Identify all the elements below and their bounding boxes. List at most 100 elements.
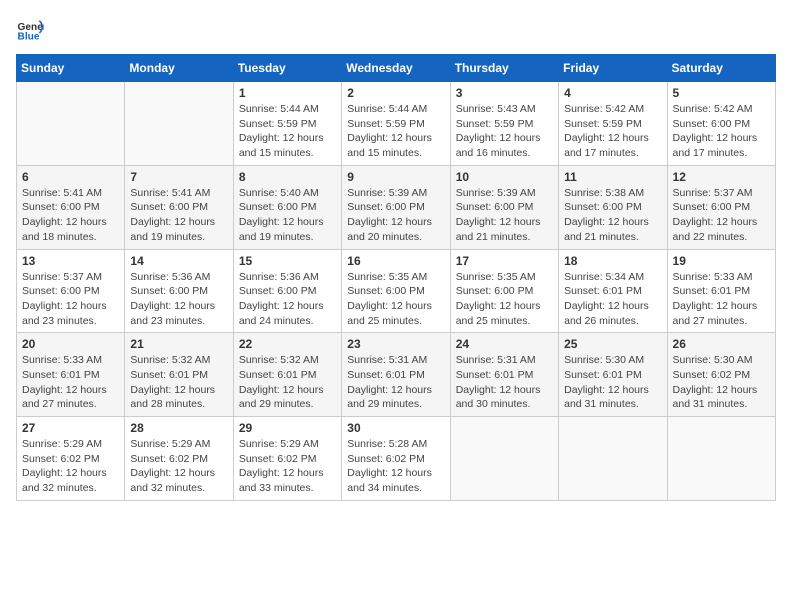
- day-number: 23: [347, 337, 444, 351]
- day-cell: 20 Sunrise: 5:33 AMSunset: 6:01 PMDayligh…: [17, 333, 125, 417]
- week-row-1: 1 Sunrise: 5:44 AMSunset: 5:59 PMDaylight…: [17, 82, 776, 166]
- day-info: Sunrise: 5:29 AMSunset: 6:02 PMDaylight:…: [130, 437, 227, 496]
- day-info: Sunrise: 5:37 AMSunset: 6:00 PMDaylight:…: [673, 186, 770, 245]
- day-cell: 18Sunrise: 5:34 AMSunset: 6:01 PMDayligh…: [559, 249, 667, 333]
- day-number: 6: [22, 170, 119, 184]
- week-row-5: 27 Sunrise: 5:29 AMSunset: 6:02 PMDayligh…: [17, 417, 776, 501]
- day-cell: 2 Sunrise: 5:44 AMSunset: 5:59 PMDaylight…: [342, 82, 450, 166]
- day-cell: 23 Sunrise: 5:31 AMSunset: 6:01 PMDayligh…: [342, 333, 450, 417]
- day-number: 25: [564, 337, 661, 351]
- day-number: 4: [564, 86, 661, 100]
- day-info: Sunrise: 5:36 AMSunset: 6:00 PMDaylight:…: [130, 270, 227, 329]
- day-cell: 22Sunrise: 5:32 AMSunset: 6:01 PMDayligh…: [233, 333, 341, 417]
- day-number: 30: [347, 421, 444, 435]
- day-info: Sunrise: 5:32 AMSunset: 6:01 PMDaylight:…: [130, 353, 227, 412]
- day-number: 2: [347, 86, 444, 100]
- day-number: 17: [456, 254, 553, 268]
- header-row: SundayMondayTuesdayWednesdayThursdayFrid…: [17, 55, 776, 82]
- day-cell: 4 Sunrise: 5:42 AMSunset: 5:59 PMDaylight…: [559, 82, 667, 166]
- day-number: 24: [456, 337, 553, 351]
- day-cell: 25 Sunrise: 5:30 AMSunset: 6:01 PMDayligh…: [559, 333, 667, 417]
- day-cell: 24 Sunrise: 5:31 AMSunset: 6:01 PMDayligh…: [450, 333, 558, 417]
- day-number: 16: [347, 254, 444, 268]
- column-header-saturday: Saturday: [667, 55, 775, 82]
- day-number: 29: [239, 421, 336, 435]
- day-number: 21: [130, 337, 227, 351]
- day-info: Sunrise: 5:44 AMSunset: 5:59 PMDaylight:…: [239, 102, 336, 161]
- day-cell: 8Sunrise: 5:40 AMSunset: 6:00 PMDaylight…: [233, 165, 341, 249]
- day-number: 9: [347, 170, 444, 184]
- day-info: Sunrise: 5:31 AMSunset: 6:01 PMDaylight:…: [456, 353, 553, 412]
- week-row-2: 6 Sunrise: 5:41 AMSunset: 6:00 PMDaylight…: [17, 165, 776, 249]
- column-header-friday: Friday: [559, 55, 667, 82]
- calendar-table: SundayMondayTuesdayWednesdayThursdayFrid…: [16, 54, 776, 501]
- day-info: Sunrise: 5:42 AMSunset: 5:59 PMDaylight:…: [564, 102, 661, 161]
- day-number: 19: [673, 254, 770, 268]
- day-cell: 19 Sunrise: 5:33 AMSunset: 6:01 PMDayligh…: [667, 249, 775, 333]
- day-cell: 14 Sunrise: 5:36 AMSunset: 6:00 PMDayligh…: [125, 249, 233, 333]
- day-cell: 21 Sunrise: 5:32 AMSunset: 6:01 PMDayligh…: [125, 333, 233, 417]
- day-cell: 6 Sunrise: 5:41 AMSunset: 6:00 PMDaylight…: [17, 165, 125, 249]
- day-number: 20: [22, 337, 119, 351]
- day-info: Sunrise: 5:44 AMSunset: 5:59 PMDaylight:…: [347, 102, 444, 161]
- logo-icon: General Blue: [16, 16, 44, 44]
- day-info: Sunrise: 5:36 AMSunset: 6:00 PMDaylight:…: [239, 270, 336, 329]
- day-info: Sunrise: 5:39 AMSunset: 6:00 PMDaylight:…: [456, 186, 553, 245]
- column-header-sunday: Sunday: [17, 55, 125, 82]
- day-cell: 15 Sunrise: 5:36 AMSunset: 6:00 PMDayligh…: [233, 249, 341, 333]
- day-info: Sunrise: 5:43 AMSunset: 5:59 PMDaylight:…: [456, 102, 553, 161]
- svg-text:Blue: Blue: [18, 31, 40, 42]
- day-cell: 16 Sunrise: 5:35 AMSunset: 6:00 PMDayligh…: [342, 249, 450, 333]
- column-header-monday: Monday: [125, 55, 233, 82]
- day-cell: 27 Sunrise: 5:29 AMSunset: 6:02 PMDayligh…: [17, 417, 125, 501]
- day-number: 10: [456, 170, 553, 184]
- day-info: Sunrise: 5:42 AMSunset: 6:00 PMDaylight:…: [673, 102, 770, 161]
- day-number: 14: [130, 254, 227, 268]
- day-cell: [559, 417, 667, 501]
- day-number: 1: [239, 86, 336, 100]
- day-number: 15: [239, 254, 336, 268]
- week-row-4: 20 Sunrise: 5:33 AMSunset: 6:01 PMDayligh…: [17, 333, 776, 417]
- day-cell: [450, 417, 558, 501]
- column-header-wednesday: Wednesday: [342, 55, 450, 82]
- day-info: Sunrise: 5:35 AMSunset: 6:00 PMDaylight:…: [347, 270, 444, 329]
- day-cell: 3 Sunrise: 5:43 AMSunset: 5:59 PMDaylight…: [450, 82, 558, 166]
- column-header-tuesday: Tuesday: [233, 55, 341, 82]
- day-info: Sunrise: 5:41 AMSunset: 6:00 PMDaylight:…: [22, 186, 119, 245]
- day-number: 27: [22, 421, 119, 435]
- week-row-3: 13Sunrise: 5:37 AMSunset: 6:00 PMDayligh…: [17, 249, 776, 333]
- page-header: General Blue: [16, 16, 776, 44]
- day-cell: 12Sunrise: 5:37 AMSunset: 6:00 PMDayligh…: [667, 165, 775, 249]
- day-info: Sunrise: 5:38 AMSunset: 6:00 PMDaylight:…: [564, 186, 661, 245]
- day-number: 28: [130, 421, 227, 435]
- column-header-thursday: Thursday: [450, 55, 558, 82]
- day-info: Sunrise: 5:41 AMSunset: 6:00 PMDaylight:…: [130, 186, 227, 245]
- day-info: Sunrise: 5:33 AMSunset: 6:01 PMDaylight:…: [22, 353, 119, 412]
- day-cell: [667, 417, 775, 501]
- day-info: Sunrise: 5:39 AMSunset: 6:00 PMDaylight:…: [347, 186, 444, 245]
- day-cell: [17, 82, 125, 166]
- day-cell: 7 Sunrise: 5:41 AMSunset: 6:00 PMDaylight…: [125, 165, 233, 249]
- day-info: Sunrise: 5:32 AMSunset: 6:01 PMDaylight:…: [239, 353, 336, 412]
- day-cell: 5Sunrise: 5:42 AMSunset: 6:00 PMDaylight…: [667, 82, 775, 166]
- day-cell: [125, 82, 233, 166]
- day-cell: 17 Sunrise: 5:35 AMSunset: 6:00 PMDayligh…: [450, 249, 558, 333]
- day-info: Sunrise: 5:28 AMSunset: 6:02 PMDaylight:…: [347, 437, 444, 496]
- day-cell: 29 Sunrise: 5:29 AMSunset: 6:02 PMDayligh…: [233, 417, 341, 501]
- day-info: Sunrise: 5:33 AMSunset: 6:01 PMDaylight:…: [673, 270, 770, 329]
- day-number: 8: [239, 170, 336, 184]
- day-info: Sunrise: 5:31 AMSunset: 6:01 PMDaylight:…: [347, 353, 444, 412]
- day-info: Sunrise: 5:35 AMSunset: 6:00 PMDaylight:…: [456, 270, 553, 329]
- day-number: 7: [130, 170, 227, 184]
- day-info: Sunrise: 5:29 AMSunset: 6:02 PMDaylight:…: [239, 437, 336, 496]
- day-cell: 11Sunrise: 5:38 AMSunset: 6:00 PMDayligh…: [559, 165, 667, 249]
- day-info: Sunrise: 5:30 AMSunset: 6:02 PMDaylight:…: [673, 353, 770, 412]
- day-cell: 26Sunrise: 5:30 AMSunset: 6:02 PMDayligh…: [667, 333, 775, 417]
- day-number: 3: [456, 86, 553, 100]
- day-info: Sunrise: 5:29 AMSunset: 6:02 PMDaylight:…: [22, 437, 119, 496]
- day-cell: 10 Sunrise: 5:39 AMSunset: 6:00 PMDayligh…: [450, 165, 558, 249]
- day-number: 18: [564, 254, 661, 268]
- day-info: Sunrise: 5:37 AMSunset: 6:00 PMDaylight:…: [22, 270, 119, 329]
- day-cell: 9 Sunrise: 5:39 AMSunset: 6:00 PMDaylight…: [342, 165, 450, 249]
- day-info: Sunrise: 5:30 AMSunset: 6:01 PMDaylight:…: [564, 353, 661, 412]
